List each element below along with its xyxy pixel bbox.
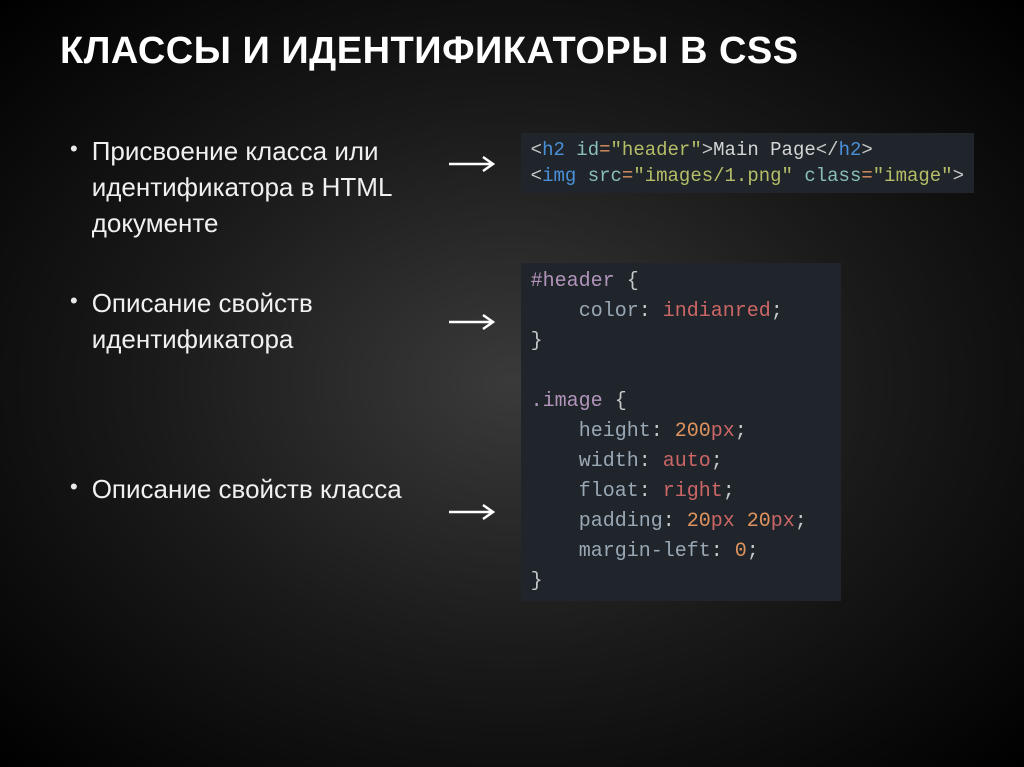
arrow-right-icon [447, 155, 501, 173]
content-row: • Присвоение класса или идентификатора в… [50, 133, 974, 601]
bullet-dot-icon: • [70, 471, 78, 503]
arrows-column [447, 133, 501, 601]
slide-title: КЛАССЫ И ИДЕНТИФИКАТОРЫ В CSS [60, 30, 974, 73]
code-column: <h2 id="header">Main Page</h2> <img src=… [521, 133, 974, 601]
bullet-text: Описание свойств идентификатора [92, 285, 427, 357]
code-block-css: #header { color: indianred; } .image { h… [521, 263, 841, 601]
arrow-right-icon [447, 313, 501, 331]
bullet-text: Присвоение класса или идентификатора в H… [92, 133, 427, 241]
slide: КЛАССЫ И ИДЕНТИФИКАТОРЫ В CSS • Присвоен… [0, 0, 1024, 767]
bullet-dot-icon: • [70, 133, 78, 165]
code-block-html: <h2 id="header">Main Page</h2> <img src=… [521, 133, 974, 193]
bullet-item-1: • Присвоение класса или идентификатора в… [70, 133, 427, 241]
arrow-right-icon [447, 503, 501, 521]
bullet-dot-icon: • [70, 285, 78, 317]
bullet-item-2: • Описание свойств идентификатора [70, 285, 427, 357]
bullet-text: Описание свойств класса [92, 471, 402, 507]
bullets-column: • Присвоение класса или идентификатора в… [50, 133, 427, 601]
bullet-item-3: • Описание свойств класса [70, 471, 427, 507]
